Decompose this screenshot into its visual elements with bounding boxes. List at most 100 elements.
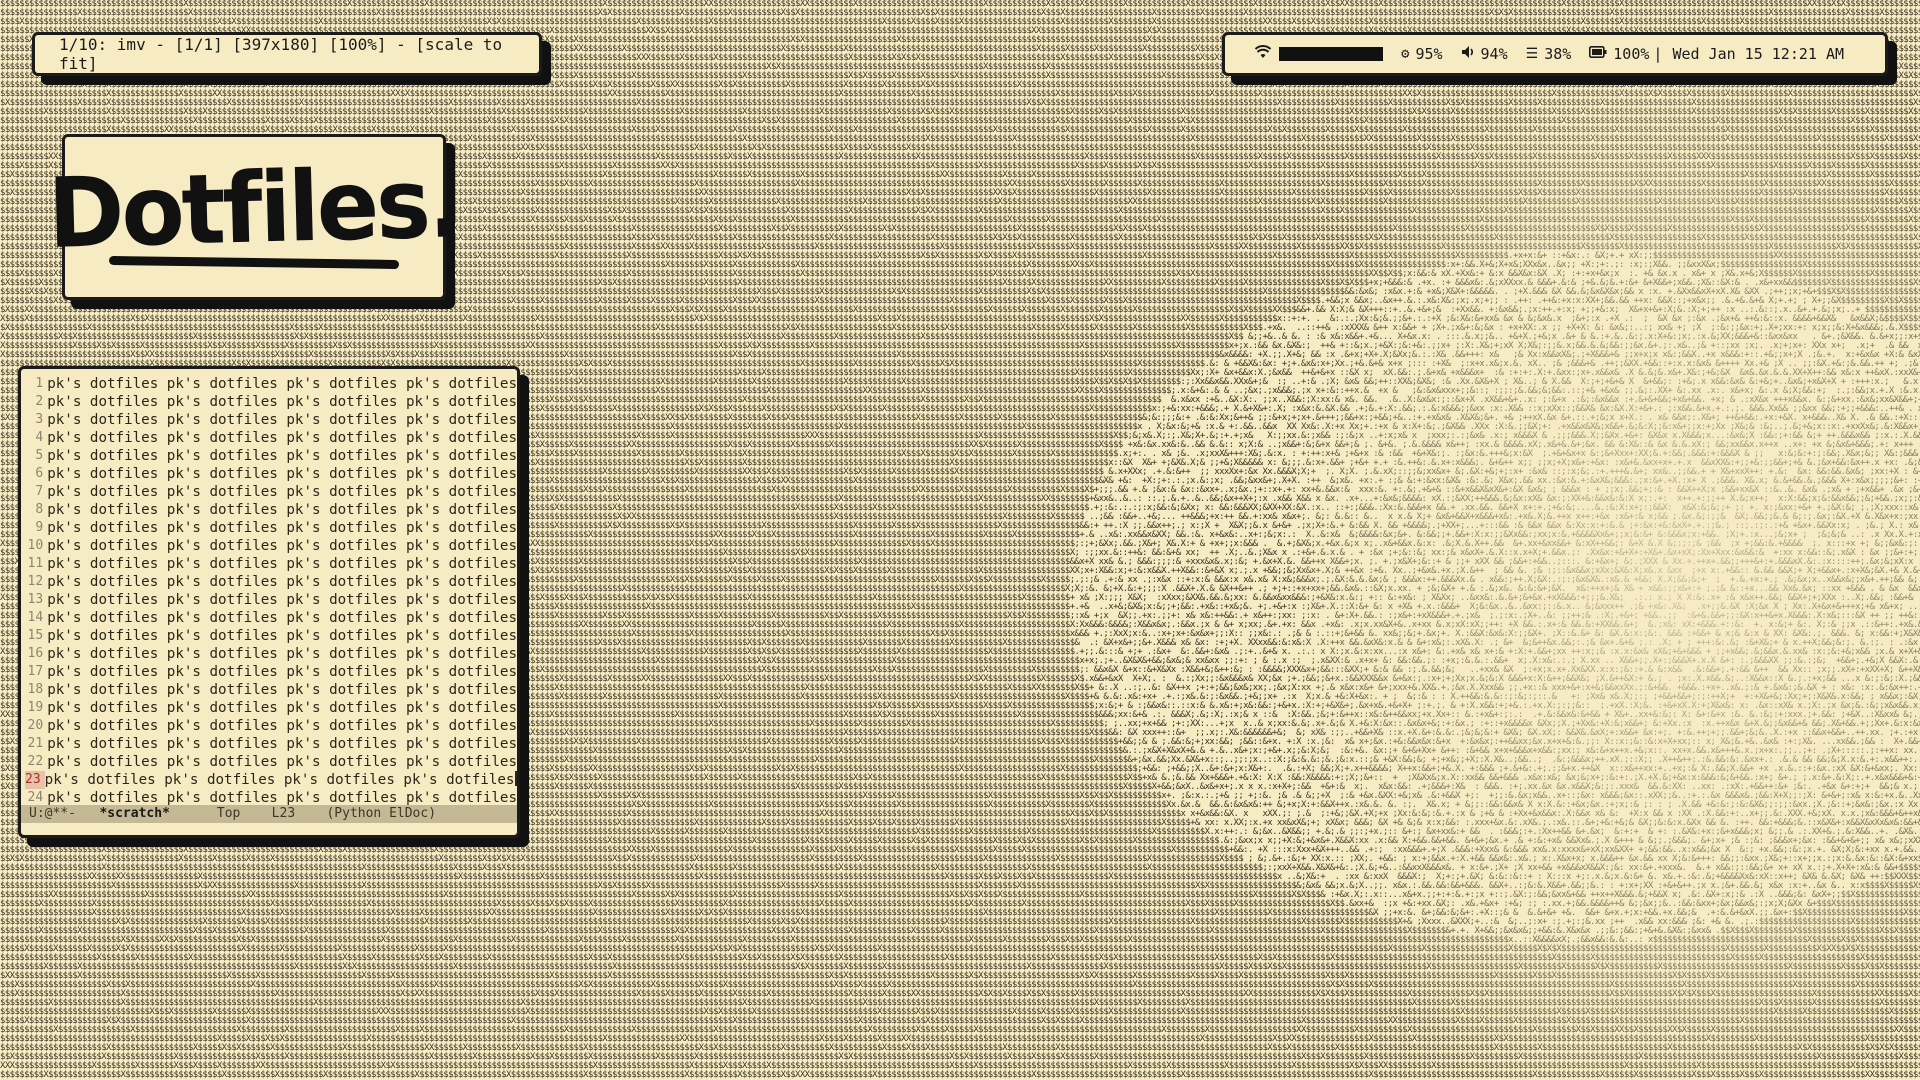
brightness-value: 95% (1415, 45, 1443, 63)
line-number: 2 (35, 394, 44, 409)
line-number: 1 (35, 376, 44, 391)
speaker-icon (1461, 45, 1475, 63)
editor-line[interactable]: 18 pk's dotfiles pk's dotfiles pk's dotfi… (25, 681, 517, 699)
volume-value: 94% (1480, 45, 1508, 63)
modeline-position: Top (216, 806, 241, 821)
line-text: pk's dotfiles pk's dotfiles pk's dotfile… (47, 646, 517, 662)
line-text: pk's dotfiles pk's dotfiles pk's dotfile… (47, 556, 517, 572)
gear-icon: ⚙ (1401, 46, 1410, 62)
line-number: 20 (27, 718, 44, 733)
status-separator: | (1653, 45, 1663, 63)
dotfiles-logo-text: Dotfiles. (46, 146, 462, 271)
line-text: pk's dotfiles pk's dotfiles pk's dotfile… (47, 754, 517, 770)
line-number: 11 (27, 556, 44, 571)
line-number: 22 (27, 754, 44, 769)
editor-line[interactable]: 13 pk's dotfiles pk's dotfiles pk's dotfi… (25, 591, 517, 609)
line-number: 23 (25, 771, 45, 789)
editor-line[interactable]: 9 pk's dotfiles pk's dotfiles pk's dotfil… (25, 519, 517, 537)
line-number: 15 (27, 628, 44, 643)
line-text: pk's dotfiles pk's dotfiles pk's dotfile… (47, 628, 517, 644)
editor-line[interactable]: 12 pk's dotfiles pk's dotfiles pk's dotfi… (25, 573, 517, 591)
clock[interactable]: Wed Jan 15 12:21 AM (1672, 45, 1844, 63)
emacs-window[interactable]: 1 pk's dotfiles pk's dotfiles pk's dotfil… (18, 366, 520, 838)
line-text: pk's dotfiles pk's dotfiles pk's dotfile… (47, 430, 517, 446)
volume-indicator[interactable]: 94% (1461, 45, 1508, 63)
editor-line[interactable]: 19 pk's dotfiles pk's dotfiles pk's dotfi… (25, 699, 517, 717)
editor-line[interactable]: 8 pk's dotfiles pk's dotfiles pk's dotfil… (25, 501, 517, 519)
image-viewer-title: 1/10: imv - [1/1] [397x180] [100%] - [sc… (59, 35, 503, 73)
editor-line[interactable]: 23 pk's dotfiles pk's dotfiles pk's dotfi… (25, 771, 517, 789)
line-number: 9 (35, 520, 44, 535)
network-indicator[interactable] (1254, 45, 1383, 63)
line-text: pk's dotfiles pk's dotfiles pk's dotfile… (47, 520, 517, 536)
line-text: pk's dotfiles pk's dotfiles pk's dotfile… (47, 502, 517, 518)
line-number: 3 (35, 412, 44, 427)
line-number: 10 (27, 538, 44, 553)
editor-line[interactable]: 3 pk's dotfiles pk's dotfiles pk's dotfil… (25, 411, 517, 429)
editor-line[interactable]: 6 pk's dotfiles pk's dotfiles pk's dotfil… (25, 465, 517, 483)
modeline-modes: (Python ElDoc) (326, 806, 437, 821)
editor-line[interactable]: 5 pk's dotfiles pk's dotfiles pk's dotfil… (25, 447, 517, 465)
line-text: pk's dotfiles pk's dotfiles pk's dotfile… (47, 592, 517, 608)
editor-line[interactable]: 17 pk's dotfiles pk's dotfiles pk's dotfi… (25, 663, 517, 681)
editor-line[interactable]: 11 pk's dotfiles pk's dotfiles pk's dotfi… (25, 555, 517, 573)
image-viewer-title-bar: 1/10: imv - [1/1] [397x180] [100%] - [sc… (32, 32, 542, 76)
line-text: pk's dotfiles pk's dotfiles pk's dotfile… (47, 448, 517, 464)
line-number: 21 (27, 736, 44, 751)
memory-value: 38% (1544, 45, 1572, 63)
line-text: pk's dotfiles pk's dotfiles pk's dotfile… (47, 574, 517, 590)
line-number: 17 (27, 664, 44, 679)
line-text: pk's dotfiles pk's dotfiles pk's dotfile… (47, 682, 517, 698)
line-number: 12 (27, 574, 44, 589)
editor-line[interactable]: 20 pk's dotfiles pk's dotfiles pk's dotfi… (25, 717, 517, 735)
editor-line[interactable]: 14 pk's dotfiles pk's dotfiles pk's dotfi… (25, 609, 517, 627)
line-text: pk's dotfiles pk's dotfiles pk's dotfile… (47, 484, 517, 500)
line-text: pk's dotfiles pk's dotfiles pk's dotfile… (47, 466, 517, 482)
editor-line[interactable]: 7 pk's dotfiles pk's dotfiles pk's dotfil… (25, 483, 517, 501)
editor-line[interactable]: 1 pk's dotfiles pk's dotfiles pk's dotfil… (25, 375, 517, 393)
network-name-redacted (1279, 47, 1383, 61)
line-number: 19 (27, 700, 44, 715)
line-number: 18 (27, 682, 44, 697)
line-number: 6 (35, 466, 44, 481)
memory-indicator[interactable]: ☰ 38% (1526, 45, 1572, 63)
line-text: pk's dotfiles pk's dotfiles pk's dotfile… (47, 610, 517, 626)
battery-indicator[interactable]: 100% (1589, 45, 1649, 63)
modeline-buffer-name[interactable]: *scratch* (99, 806, 169, 821)
emacs-modeline: U:@**- *scratch* Top L23 (Python ElDoc) (21, 805, 517, 823)
line-text: pk's dotfiles pk's dotfiles pk's dotfile… (47, 718, 517, 734)
editor-line[interactable]: 15 pk's dotfiles pk's dotfiles pk's dotfi… (25, 627, 517, 645)
editor-line[interactable]: 4 pk's dotfiles pk's dotfiles pk's dotfil… (25, 429, 517, 447)
editor-line[interactable]: 2 pk's dotfiles pk's dotfiles pk's dotfil… (25, 393, 517, 411)
wifi-icon (1254, 45, 1272, 63)
line-number: 7 (35, 484, 44, 499)
line-text: pk's dotfiles pk's dotfiles pk's dotfile… (47, 412, 517, 428)
line-text: pk's dotfiles pk's dotfiles pk's dotfile… (47, 538, 517, 554)
modeline-status: U:@**- (29, 806, 76, 821)
editor-line[interactable]: 22 pk's dotfiles pk's dotfiles pk's dotfi… (25, 753, 517, 771)
line-number: 4 (35, 430, 44, 445)
menu-icon: ☰ (1525, 46, 1539, 62)
editor-line[interactable]: 21 pk's dotfiles pk's dotfiles pk's dotfi… (25, 735, 517, 753)
line-text: pk's dotfiles pk's dotfiles pk's dotfile… (44, 772, 515, 788)
line-text: pk's dotfiles pk's dotfiles pk's dotfile… (47, 700, 517, 716)
line-number: 5 (35, 448, 44, 463)
system-status-bar: ⚙ 95% 94% ☰ 38% 100% | Wed Jan 15 12:21 … (1222, 32, 1888, 76)
dotfiles-logo-card: Dotfiles. (47, 134, 461, 300)
line-number: 8 (35, 502, 44, 517)
editor-line[interactable]: 16 pk's dotfiles pk's dotfiles pk's dotfi… (25, 645, 517, 663)
editor-line[interactable]: 10 pk's dotfiles pk's dotfiles pk's dotfi… (25, 537, 517, 555)
brightness-indicator[interactable]: ⚙ 95% (1401, 45, 1443, 63)
line-text: pk's dotfiles pk's dotfiles pk's dotfile… (47, 736, 517, 752)
line-number: 14 (27, 610, 44, 625)
line-number: 16 (27, 646, 44, 661)
line-text: pk's dotfiles pk's dotfiles pk's dotfile… (47, 664, 517, 680)
text-cursor (515, 771, 517, 786)
line-number: 13 (27, 592, 44, 607)
line-text: pk's dotfiles pk's dotfiles pk's dotfile… (47, 394, 517, 410)
editor-buffer[interactable]: 1 pk's dotfiles pk's dotfiles pk's dotfil… (21, 369, 517, 807)
battery-icon (1589, 46, 1607, 62)
battery-value: 100% (1613, 45, 1650, 63)
line-text: pk's dotfiles pk's dotfiles pk's dotfile… (47, 376, 517, 392)
modeline-line: L23 (271, 806, 296, 821)
